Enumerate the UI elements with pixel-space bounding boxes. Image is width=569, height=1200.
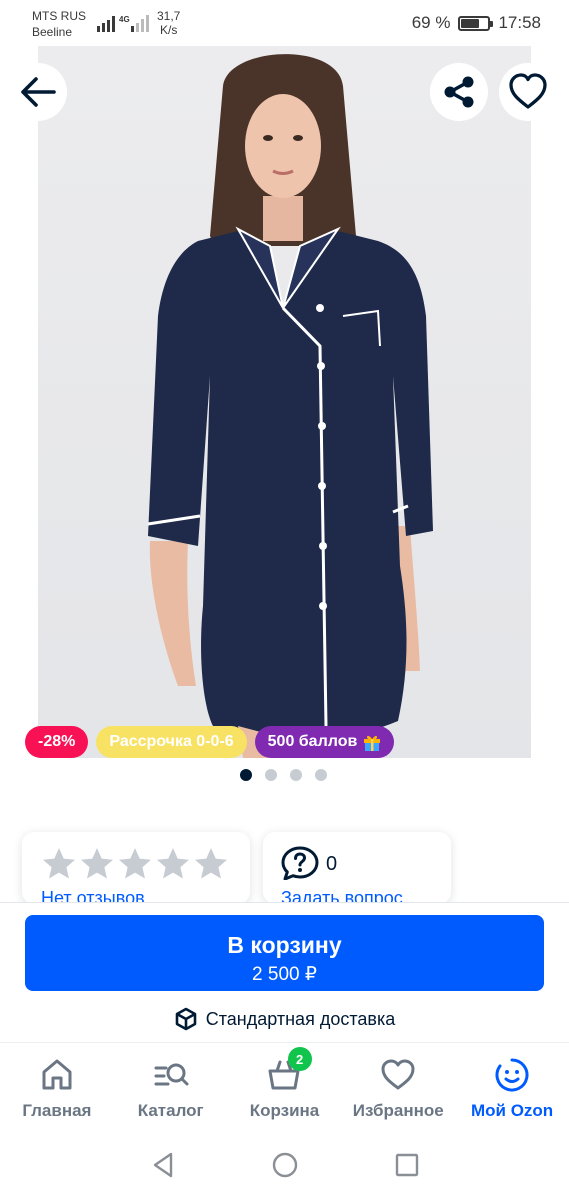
star-icon <box>195 848 227 879</box>
signal-icon: 4G <box>97 15 149 32</box>
product-photo[interactable] <box>38 46 531 758</box>
pagination-dot[interactable] <box>240 769 252 781</box>
tab-label: Главная <box>22 1101 92 1120</box>
tab-cart[interactable]: 2 Корзина <box>228 1043 342 1130</box>
star-icon <box>81 848 113 879</box>
smiley-icon <box>495 1058 529 1092</box>
network-speed: 31,7 K/s <box>157 9 180 37</box>
status-bar: MTS RUS Beeline 4G 31,7 K/s 69 % 17:58 <box>0 0 569 46</box>
reviews-card[interactable]: Нет отзывов <box>22 832 250 904</box>
tab-label: Каталог <box>137 1101 204 1120</box>
speed-value: 31,7 <box>157 9 181 23</box>
discount-badge: -28% <box>25 726 89 758</box>
star-icon <box>157 848 189 879</box>
carrier-name-2: Beeline <box>32 25 73 39</box>
arrow-left-icon <box>21 77 56 107</box>
tab-favorites[interactable]: Избранное <box>341 1043 455 1130</box>
image-pagination <box>240 769 327 781</box>
heart-icon <box>509 73 547 109</box>
speed-unit: K/s <box>160 23 178 37</box>
tab-label: Корзина <box>249 1101 320 1120</box>
pagination-dot[interactable] <box>315 769 327 781</box>
share-icon <box>444 76 474 108</box>
price: 2 500 ₽ <box>252 964 317 985</box>
delivery-label: Стандартная доставка <box>205 1008 396 1029</box>
home-circle-icon[interactable] <box>271 1151 299 1179</box>
delivery-info: Стандартная доставка <box>0 1007 569 1031</box>
pagination-dot[interactable] <box>290 769 302 781</box>
back-triangle-icon[interactable] <box>149 1151 177 1179</box>
home-icon <box>42 1059 72 1090</box>
battery-percent: 69 % <box>411 13 451 32</box>
add-to-cart-button[interactable]: В корзину 2 500 ₽ <box>25 915 544 991</box>
tab-home[interactable]: Главная <box>0 1043 114 1130</box>
system-nav-bar <box>0 1130 569 1200</box>
clock: 17:58 <box>498 13 541 32</box>
star-icon <box>119 848 151 879</box>
star-icon <box>43 848 75 879</box>
add-to-cart-label: В корзину <box>227 932 342 958</box>
battery-level <box>461 18 480 28</box>
recents-square-icon[interactable] <box>393 1151 421 1179</box>
tab-my-ozon[interactable]: Мой Ozon <box>455 1043 569 1130</box>
product-photo-navy-shirt-dress <box>38 46 531 758</box>
tab-catalog[interactable]: Каталог <box>114 1043 228 1130</box>
product-badges: -28% Рассрочка 0-0-6 500 баллов <box>25 726 395 758</box>
gift-icon <box>364 735 381 751</box>
back-button[interactable] <box>9 63 67 121</box>
rating-stars <box>41 846 229 882</box>
buy-panel: В корзину 2 500 ₽ Стандартная доставка <box>0 902 569 1042</box>
favorite-button[interactable] <box>499 63 557 121</box>
cart-count-badge: 2 <box>287 1047 312 1071</box>
installment-badge[interactable]: Рассрочка 0-0-6 <box>96 726 247 758</box>
carrier-name-1: MTS RUS <box>32 9 86 23</box>
questions-count: 0 <box>326 853 338 875</box>
questions-card[interactable]: 0 Задать вопрос <box>263 832 451 904</box>
battery-icon <box>458 15 494 31</box>
question-bubble-icon <box>281 846 319 880</box>
share-button[interactable] <box>430 63 488 121</box>
tab-label: Мой Ozon <box>470 1101 554 1120</box>
catalog-search-icon <box>154 1063 189 1086</box>
tab-label: Избранное <box>352 1101 444 1120</box>
heart-icon <box>381 1059 415 1090</box>
pagination-dot[interactable] <box>265 769 277 781</box>
network-type: 4G <box>119 15 130 24</box>
carrier-info: MTS RUS Beeline <box>32 8 86 40</box>
points-badge[interactable]: 500 баллов <box>254 726 395 758</box>
box-icon <box>175 1007 197 1031</box>
points-label: 500 баллов <box>267 733 358 750</box>
status-right: 69 % 17:58 <box>412 13 541 33</box>
bottom-tab-bar: Главная Каталог 2 Корзина Избранное Мой … <box>0 1042 569 1130</box>
